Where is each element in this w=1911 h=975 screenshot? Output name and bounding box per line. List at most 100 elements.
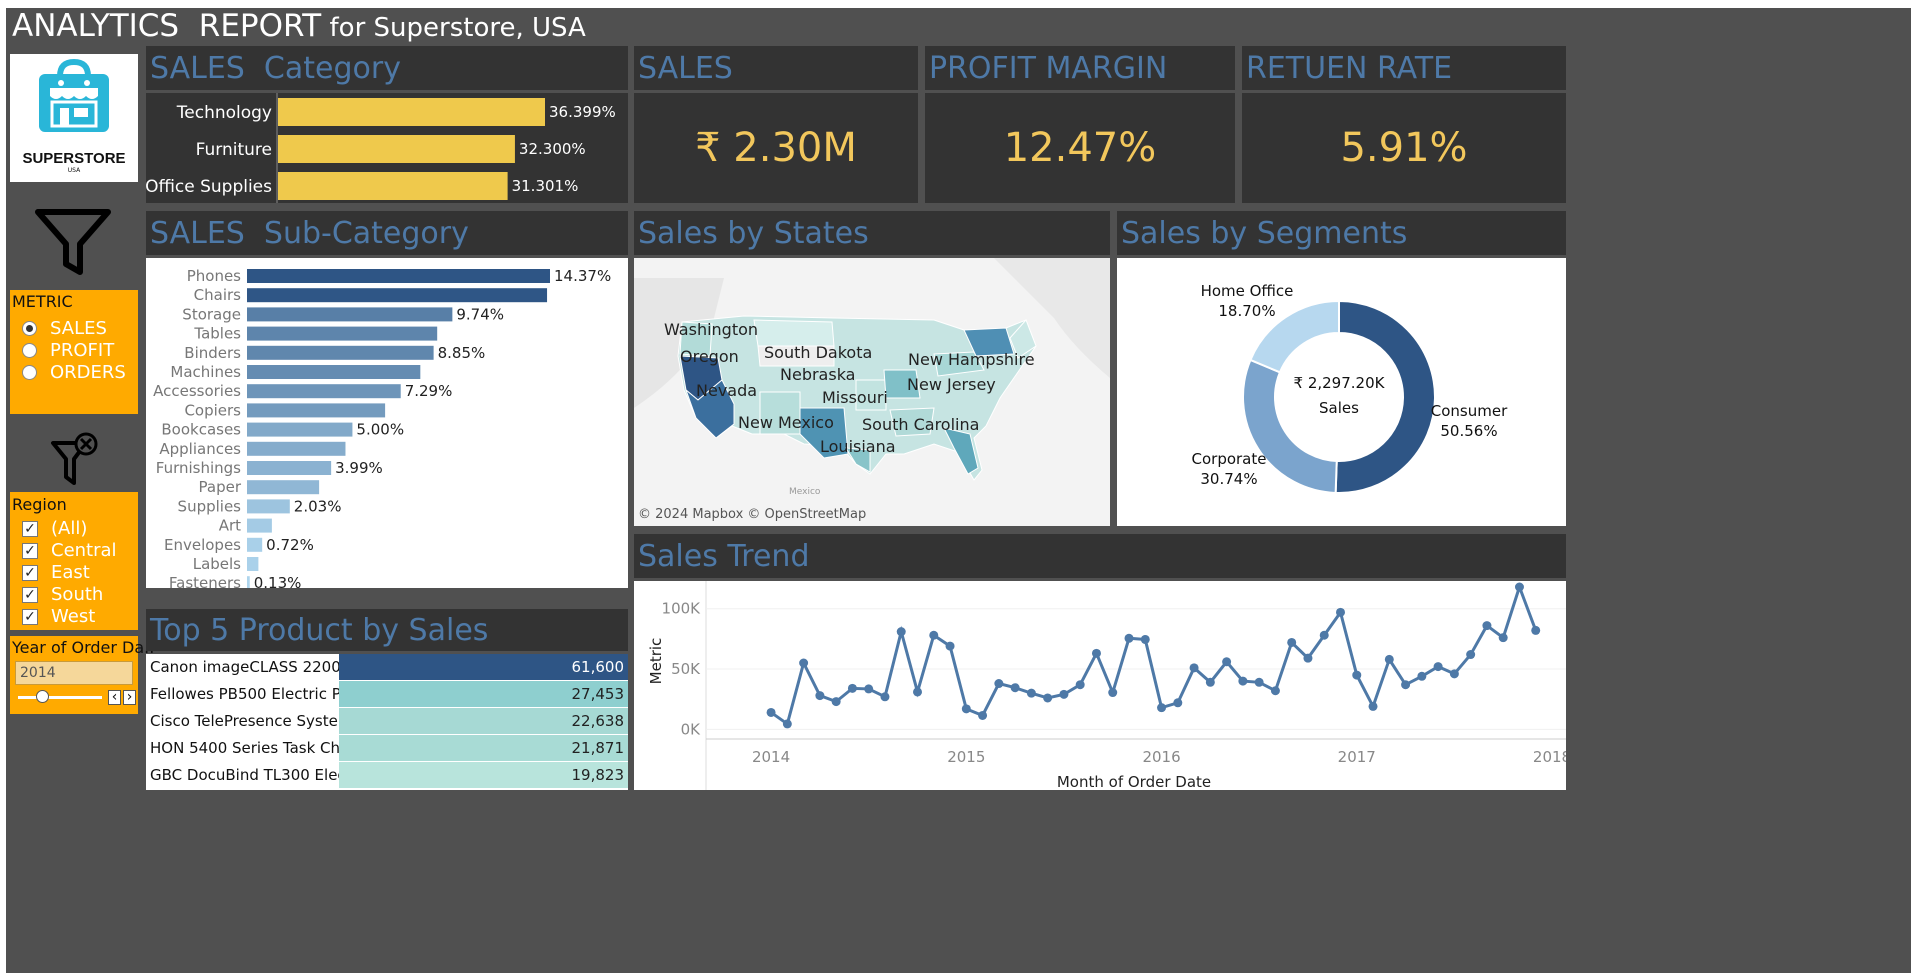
trend-point[interactable]	[1514, 582, 1524, 592]
subcategory-bar[interactable]	[247, 499, 290, 514]
kpi-return-rate-header: RETUEN RATE	[1242, 46, 1566, 90]
checkbox[interactable]: ✓	[22, 608, 38, 625]
trend-point[interactable]	[1043, 693, 1053, 703]
subcategory-bar[interactable]	[247, 422, 353, 437]
trend-point[interactable]	[945, 641, 955, 651]
region-option-central[interactable]: ✓ Central	[22, 540, 117, 561]
segment-slice[interactable]	[1334, 299, 1436, 494]
radio-button[interactable]	[22, 343, 37, 358]
subcategory-bar[interactable]	[247, 307, 453, 322]
trend-point[interactable]	[1449, 669, 1459, 679]
trend-point[interactable]	[1173, 698, 1183, 708]
year-prev-button[interactable]: ‹	[108, 690, 121, 705]
year-input[interactable]: 2014	[15, 661, 133, 685]
category-bar[interactable]	[278, 98, 545, 126]
trend-point[interactable]	[1270, 686, 1280, 696]
trend-point[interactable]	[1108, 688, 1118, 698]
trend-point[interactable]	[896, 627, 906, 637]
trend-point[interactable]	[1075, 680, 1085, 690]
trend-point[interactable]	[1205, 677, 1215, 687]
year-next-button[interactable]: ›	[123, 690, 136, 705]
trend-point[interactable]	[1303, 653, 1313, 663]
region-option-east[interactable]: ✓ East	[22, 562, 90, 583]
trend-point[interactable]	[1433, 662, 1443, 672]
trend-point[interactable]	[799, 658, 809, 668]
trend-point[interactable]	[766, 707, 776, 717]
subcategory-bar[interactable]	[247, 461, 332, 475]
trend-point[interactable]	[1482, 621, 1492, 631]
trend-point[interactable]	[1222, 657, 1232, 667]
radio-button-selected[interactable]	[22, 321, 37, 336]
year-slider-handle[interactable]	[36, 690, 49, 703]
trend-point[interactable]	[929, 630, 939, 640]
trend-point[interactable]	[782, 719, 792, 729]
table-row[interactable]: GBC DocuBind TL300 Elec.. 19,823	[146, 762, 628, 789]
trend-point[interactable]	[1401, 680, 1411, 690]
checkbox[interactable]: ✓	[22, 564, 38, 581]
subcategory-bar[interactable]	[247, 288, 548, 303]
subcategory-bar[interactable]	[247, 441, 346, 456]
table-row[interactable]: Canon imageCLASS 2200 .. 61,600	[146, 654, 628, 681]
category-bar[interactable]	[278, 172, 508, 200]
trend-point[interactable]	[1417, 671, 1427, 681]
category-bar[interactable]	[278, 135, 515, 163]
metric-option-profit[interactable]: PROFIT	[22, 340, 114, 361]
region-option-west[interactable]: ✓ West	[22, 606, 95, 627]
trend-point[interactable]	[961, 704, 971, 714]
region-option-south[interactable]: ✓ South	[22, 584, 103, 605]
trend-point[interactable]	[1026, 688, 1036, 698]
checkbox[interactable]: ✓	[22, 586, 38, 603]
trend-point[interactable]	[847, 683, 857, 693]
table-row[interactable]: HON 5400 Series Task Ch.. 21,871	[146, 735, 628, 762]
subcategory-bar[interactable]	[247, 365, 421, 379]
trend-point[interactable]	[1059, 689, 1069, 699]
metric-option-sales[interactable]: SALES	[22, 318, 107, 339]
trend-point[interactable]	[913, 687, 922, 697]
trend-point[interactable]	[880, 692, 890, 702]
trend-point[interactable]	[978, 710, 988, 720]
checkbox[interactable]: ✓	[22, 542, 38, 559]
trend-point[interactable]	[1091, 648, 1101, 658]
subcategory-bar[interactable]	[247, 345, 434, 360]
trend-point[interactable]	[1287, 637, 1297, 647]
region-option-all[interactable]: ✓ (All)	[22, 518, 87, 539]
trend-point[interactable]	[1352, 670, 1362, 680]
trend-point[interactable]	[1466, 650, 1476, 660]
trend-point[interactable]	[1531, 625, 1541, 635]
subcategory-bar[interactable]	[247, 576, 250, 591]
trend-point[interactable]	[1384, 654, 1394, 664]
trend-point[interactable]	[1368, 701, 1378, 711]
trend-point[interactable]	[864, 684, 874, 694]
clear-filter-icon[interactable]	[50, 431, 102, 489]
subcategory-bar[interactable]	[247, 326, 438, 341]
subcategory-bar[interactable]	[247, 537, 263, 552]
trend-point[interactable]	[1140, 634, 1150, 644]
subcategory-bar[interactable]	[247, 480, 320, 495]
subcategory-bar[interactable]	[247, 384, 401, 399]
trend-point[interactable]	[1336, 607, 1345, 617]
map-panel[interactable]: Washington Oregon South Dakota New Hampshir…	[634, 258, 1110, 526]
year-slider-track[interactable]	[18, 696, 102, 699]
trend-point[interactable]	[1124, 633, 1134, 643]
product-name-cell: GBC DocuBind TL300 Elec..	[146, 762, 339, 789]
trend-point[interactable]	[1319, 630, 1329, 640]
trend-point[interactable]	[1189, 663, 1199, 673]
subcategory-bar[interactable]	[247, 518, 272, 533]
trend-point[interactable]	[831, 697, 841, 707]
radio-button[interactable]	[22, 365, 37, 380]
subcategory-bar[interactable]	[247, 403, 386, 418]
map-attribution[interactable]: © 2024 Mapbox © OpenStreetMap	[638, 507, 866, 522]
checkbox[interactable]: ✓	[22, 520, 38, 537]
trend-point[interactable]	[1010, 683, 1020, 693]
trend-point[interactable]	[994, 679, 1004, 689]
trend-point[interactable]	[815, 691, 825, 701]
metric-option-orders[interactable]: ORDERS	[22, 362, 126, 383]
trend-point[interactable]	[1254, 677, 1264, 687]
trend-point[interactable]	[1157, 703, 1167, 713]
table-row[interactable]: Cisco TelePresence Syste.. 22,638	[146, 708, 628, 735]
subcategory-bar[interactable]	[247, 557, 259, 571]
trend-point[interactable]	[1498, 633, 1508, 643]
table-row[interactable]: Fellowes PB500 Electric P.. 27,453	[146, 681, 628, 708]
subcategory-bar[interactable]	[247, 269, 550, 283]
trend-point[interactable]	[1238, 676, 1248, 686]
